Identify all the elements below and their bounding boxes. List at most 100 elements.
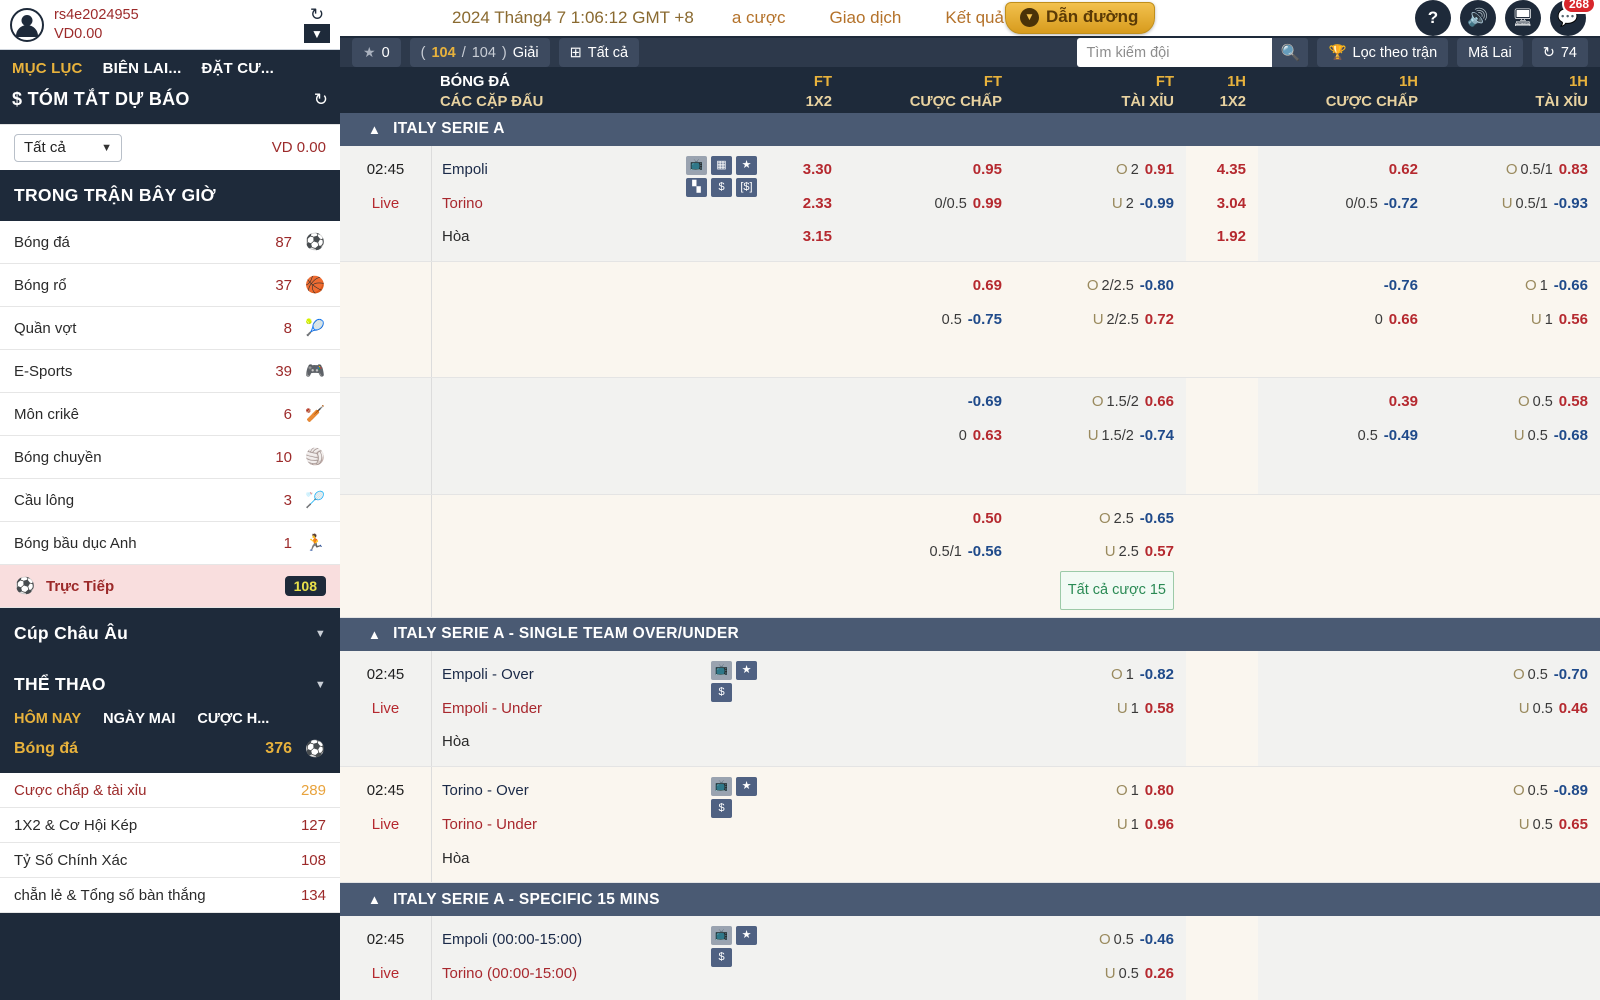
odds-ft-overunder[interactable]: O 1.5/2 0.66 U 1.5/2 -0.74 — [1014, 378, 1186, 493]
league-header[interactable]: ▲ ITALY SERIE A - SPECIFIC 15 MINS — [340, 883, 1600, 917]
refresh-icon[interactable]: ↻ — [314, 90, 328, 110]
sidebar-item-badminton[interactable]: Cầu lông 3 🏸 — [0, 479, 340, 522]
odds-value[interactable]: 0.99 — [973, 195, 1002, 212]
odds-1h-overunder[interactable] — [1430, 495, 1600, 617]
market-item-correct-score[interactable]: Tỷ Số Chính Xác 108 — [0, 843, 340, 878]
odds-ft-1x2[interactable] — [766, 916, 844, 1000]
odds-1h-handicap[interactable]: -0.76 0 0.66 — [1258, 262, 1430, 377]
dollar-icon[interactable]: $ — [711, 948, 732, 968]
odds-value[interactable]: -0.56 — [968, 543, 1002, 560]
sidebar-item-volleyball[interactable]: Bóng chuyền 10 🏐 — [0, 436, 340, 479]
odds-value[interactable]: 0.96 — [1145, 816, 1174, 833]
odds-ft-1x2[interactable] — [766, 767, 844, 882]
match-status[interactable]: Live — [340, 692, 431, 726]
speaker-icon[interactable]: 🔊 — [1460, 0, 1496, 36]
dollar-icon[interactable]: $ — [711, 177, 732, 197]
pitch-icon[interactable]: ▦ — [711, 155, 732, 175]
sidebar-item-tennis[interactable]: Quần vợt 8 🎾 — [0, 307, 340, 350]
odds-ft-overunder[interactable]: O 1 0.80 U 1 0.96 — [1014, 767, 1186, 882]
sidebar-item-cricket[interactable]: Môn crikê 6 🏏 — [0, 393, 340, 436]
odds-value[interactable]: 1.92 — [1217, 228, 1246, 245]
odds-value[interactable]: 0.26 — [1145, 965, 1174, 982]
odds-1h-handicap[interactable] — [1258, 651, 1430, 766]
odds-1h-overunder[interactable] — [1430, 916, 1600, 1000]
odds-value[interactable]: 0.72 — [1145, 311, 1174, 328]
tv-icon[interactable]: 📺 — [711, 926, 732, 946]
match-status[interactable]: Live — [340, 187, 431, 221]
dollar-icon[interactable]: $ — [711, 799, 732, 819]
odds-1h-handicap[interactable]: 0.39 0.5 -0.49 — [1258, 378, 1430, 493]
odds-1h-1x2[interactable] — [1186, 378, 1258, 494]
odds-value[interactable]: -0.76 — [1384, 277, 1418, 294]
sidebar-item-live[interactable]: ⚽ Trực Tiếp 108 — [0, 565, 340, 608]
odds-value[interactable]: -0.80 — [1140, 277, 1174, 294]
tv-icon[interactable]: 📺 — [711, 660, 732, 680]
odds-1h-handicap[interactable] — [1258, 916, 1430, 1000]
chat-icon[interactable]: 💬 268 — [1550, 0, 1596, 36]
odds-ft-1x2[interactable] — [766, 651, 844, 766]
odds-value[interactable]: -0.68 — [1554, 427, 1588, 444]
tv-icon[interactable]: 📺 — [686, 155, 707, 175]
odds-value[interactable]: 2.33 — [803, 195, 832, 212]
star-icon[interactable]: ★ — [736, 155, 757, 175]
odds-value[interactable]: 0.65 — [1559, 816, 1588, 833]
odds-value[interactable]: 0.57 — [1145, 543, 1174, 560]
odds-ft-overunder[interactable]: O 2/2.5 -0.80 U 2/2.5 0.72 — [1014, 262, 1186, 377]
odds-value[interactable]: -0.72 — [1384, 195, 1418, 212]
odds-value[interactable]: 0.56 — [1559, 311, 1588, 328]
league-header[interactable]: ▲ ITALY SERIE A — [340, 112, 1600, 146]
search-icon[interactable]: 🔍 — [1272, 38, 1309, 67]
odds-value[interactable]: 0.66 — [1145, 393, 1174, 410]
sidebar-item-basketball[interactable]: Bóng rổ 37 🏀 — [0, 264, 340, 307]
refresh-timer-button[interactable]: ↻ 74 — [1531, 38, 1588, 67]
monitor-icon[interactable]: 🖥 — [1505, 0, 1541, 36]
odds-value[interactable]: -0.99 — [1140, 195, 1174, 212]
odds-ft-handicap[interactable]: 0.50 0.5/1 -0.56 — [844, 495, 1014, 617]
odds-value[interactable]: 3.04 — [1217, 195, 1246, 212]
odds-1h-1x2[interactable]: 4.35 3.04 1.92 — [1186, 145, 1258, 262]
sidebar-tab-bets[interactable]: ĐẶT CƯ... — [201, 60, 274, 77]
odds-value[interactable]: 0.66 — [1389, 311, 1418, 328]
match-status[interactable]: Live — [340, 957, 431, 991]
nav-link-betting[interactable]: a cược — [710, 8, 808, 28]
odds-ft-overunder[interactable]: O 2.5 -0.65 U 2.5 0.57 Tất cả cược 15 — [1014, 495, 1186, 617]
odds-value[interactable]: 0.95 — [973, 161, 1002, 178]
odds-ft-1x2[interactable] — [766, 262, 844, 377]
odds-1h-1x2[interactable] — [1186, 262, 1258, 378]
odds-value[interactable]: -0.66 — [1554, 277, 1588, 294]
odds-1h-overunder[interactable]: O 0.5/1 0.83 U 0.5/1 -0.93 — [1430, 146, 1600, 261]
tab-early[interactable]: CƯỢC H... — [197, 711, 269, 727]
match-filter-button[interactable]: 🏆 Lọc theo trận — [1317, 38, 1449, 67]
market-item-odd-even[interactable]: chẵn lẻ & Tổng số bàn thắng 134 — [0, 878, 340, 913]
odds-ft-1x2[interactable]: 3.30 2.33 3.15 — [766, 146, 844, 261]
odds-value[interactable]: 0.39 — [1389, 393, 1418, 410]
star-icon[interactable]: ★ — [736, 777, 757, 797]
odds-value[interactable]: -0.49 — [1384, 427, 1418, 444]
odds-value[interactable]: -0.75 — [968, 311, 1002, 328]
odds-value[interactable]: 0.50 — [973, 510, 1002, 527]
odds-1h-overunder[interactable]: O 1 -0.66 U 1 0.56 — [1430, 262, 1600, 377]
odds-1h-1x2[interactable] — [1186, 494, 1258, 617]
chevron-down-icon[interactable]: ▼ — [304, 24, 330, 43]
sports-section[interactable]: THỂ THAO ▼ — [0, 659, 340, 701]
select-all-button[interactable]: ⊞ Tất cả — [558, 38, 640, 67]
odds-value[interactable]: 0.58 — [1559, 393, 1588, 410]
odds-value[interactable]: -0.69 — [968, 393, 1002, 410]
search-input[interactable] — [1077, 38, 1273, 67]
odds-1h-overunder[interactable]: O 0.5 -0.89 U 0.5 0.65 — [1430, 767, 1600, 882]
odds-1h-handicap[interactable] — [1258, 495, 1430, 617]
market-item-handicap-ou[interactable]: Cược chấp & tài xỉu 289 — [0, 773, 340, 808]
sidebar-item-rugby[interactable]: Bóng bầu dục Anh 1 🏃 — [0, 522, 340, 565]
cashout-icon[interactable]: [$] — [736, 177, 757, 197]
odds-value[interactable]: 0.46 — [1559, 700, 1588, 717]
star-icon[interactable]: ★ — [736, 660, 757, 680]
odds-value[interactable]: -0.89 — [1554, 782, 1588, 799]
sidebar-item-soccer[interactable]: Bóng đá 87 ⚽ — [0, 221, 340, 264]
odds-value[interactable]: -0.93 — [1554, 195, 1588, 212]
stats-icon[interactable]: ▚ — [686, 177, 707, 197]
odds-value[interactable]: 0.91 — [1145, 161, 1174, 178]
sidebar-item-esports[interactable]: E-Sports 39 🎮 — [0, 350, 340, 393]
eurocup-section[interactable]: Cúp Châu Âu ▼ — [0, 608, 340, 659]
odds-value[interactable]: 3.30 — [803, 161, 832, 178]
dollar-icon[interactable]: $ — [711, 682, 732, 702]
